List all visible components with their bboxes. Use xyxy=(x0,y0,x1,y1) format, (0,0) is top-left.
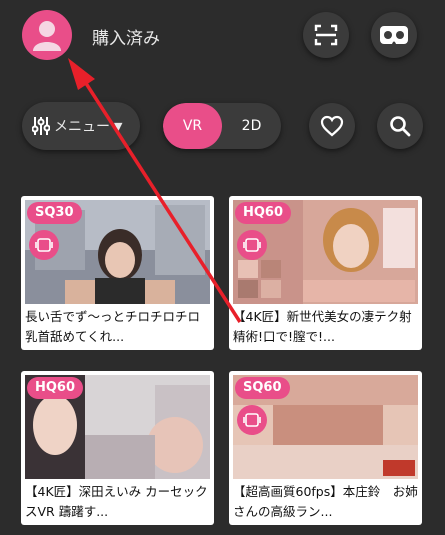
annotation-arrow xyxy=(68,58,242,323)
